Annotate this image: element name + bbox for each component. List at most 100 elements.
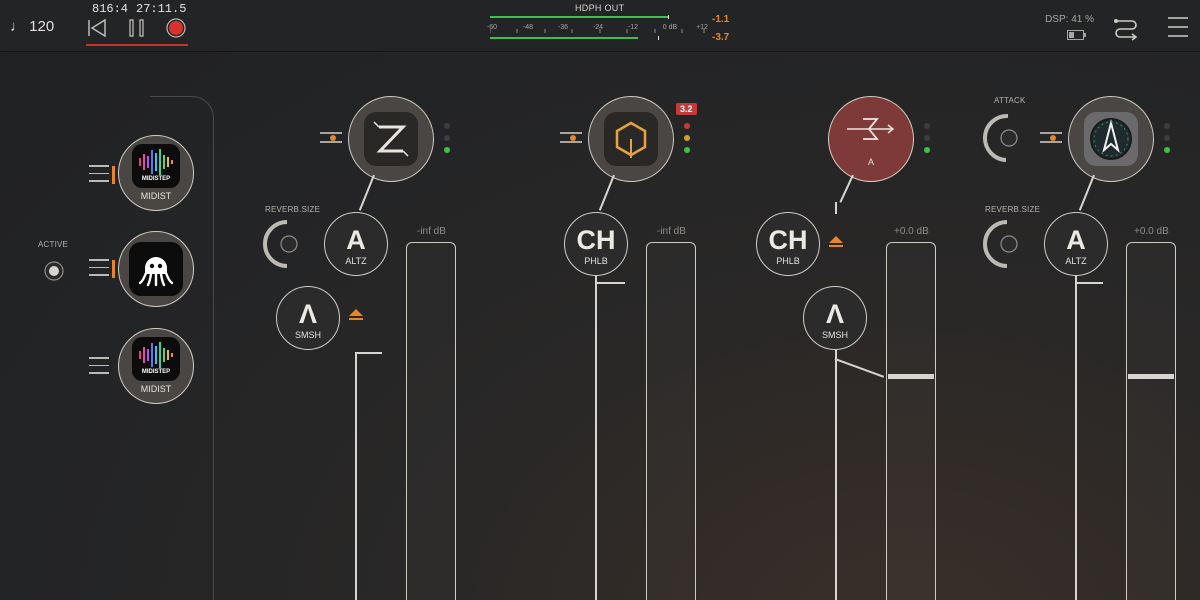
source-name: MIDIST — [140, 384, 172, 394]
cpu-badge: 3.2 — [676, 103, 697, 115]
hexagon-synth-icon — [604, 112, 658, 166]
plugin-altz[interactable]: A ALTZ — [324, 212, 388, 276]
routing-wire — [835, 350, 837, 600]
meter-tick: -60 — [486, 24, 498, 31]
status-led — [1164, 135, 1170, 141]
source-drag-handle[interactable] — [89, 165, 109, 188]
plugin-smsh[interactable]: Λ SMSH — [803, 286, 867, 350]
app-label: MIDISTEP — [141, 369, 171, 375]
z-synth-icon — [364, 112, 418, 166]
active-label: ACTIVE — [38, 240, 69, 249]
status-led — [684, 147, 690, 153]
status-led — [444, 123, 450, 129]
plugin-name: SMSH — [821, 330, 848, 340]
app-label: MIDISTEP — [141, 176, 171, 182]
fader-level: -inf dB — [417, 226, 446, 237]
rewind-button[interactable] — [86, 17, 108, 39]
source-drag-handle[interactable] — [89, 259, 109, 282]
aux-name: A — [867, 157, 874, 167]
routing-wire — [595, 276, 597, 600]
smsh-icon: Λ — [825, 299, 844, 329]
dsp-readout: DSP: 41 % — [1045, 14, 1094, 25]
bars-beats-display: 816:4 — [92, 2, 129, 16]
meter-tick: 0 dB — [662, 24, 678, 31]
source-name: MIDIST — [140, 191, 172, 201]
knob-label: REVERB.SIZE — [985, 205, 1041, 214]
status-led — [1164, 147, 1170, 153]
meter-peak-top: -1.1 — [712, 14, 730, 25]
plugin-name: ALTZ — [345, 256, 367, 266]
octopus-app-icon — [129, 242, 183, 296]
plugin-altz[interactable]: A ALTZ — [1044, 212, 1108, 276]
eject-icon[interactable] — [349, 309, 363, 320]
channel-2-fader[interactable] — [646, 242, 696, 600]
channel-3-fader[interactable] — [886, 242, 936, 600]
meter-bottom-bar — [490, 36, 710, 40]
meter-tick: -48 — [522, 24, 534, 31]
routing-wire — [835, 202, 837, 214]
source-midistep-2[interactable]: MIDISTEP MIDIST — [118, 328, 194, 404]
battery-icon — [1067, 30, 1086, 40]
plugin-name: PHLB — [776, 256, 800, 266]
fader-level: +0.0 dB — [894, 226, 929, 237]
insert-settings-icon[interactable] — [560, 130, 582, 144]
routing-icon[interactable] — [1112, 13, 1140, 41]
smsh-icon: Λ — [298, 299, 317, 329]
channel-2-instrument[interactable] — [588, 96, 674, 182]
routing-wire — [355, 352, 382, 354]
insert-settings-icon[interactable] — [320, 130, 342, 144]
routing-wire — [595, 282, 625, 284]
channel-1-fader[interactable] — [406, 242, 456, 600]
active-toggle[interactable] — [43, 260, 65, 282]
top-bar: ♩ 120 816:4 27:11.5 HDPH OUT -60 -48 -36… — [0, 0, 1200, 52]
plugin-name: PHLB — [584, 256, 608, 266]
source-octopus[interactable] — [118, 231, 194, 307]
meter-tick: +12 — [696, 24, 708, 31]
meter-tick: -12 — [627, 24, 639, 31]
time-display: 27:11.5 — [136, 2, 187, 16]
meter-tick: -36 — [557, 24, 569, 31]
fader-handle[interactable] — [1128, 374, 1174, 379]
source-midistep-1[interactable]: MIDISTEP MIDIST — [118, 135, 194, 211]
routing-wire — [839, 174, 854, 203]
routing-wire — [1075, 282, 1103, 284]
status-led — [444, 135, 450, 141]
meter-peak-bottom: -3.7 — [712, 32, 730, 43]
record-button[interactable] — [165, 17, 187, 39]
routing-wire — [598, 174, 615, 211]
status-led — [924, 135, 930, 141]
status-led — [924, 147, 930, 153]
channel-1-instrument[interactable] — [348, 96, 434, 182]
source-indicator — [112, 260, 115, 278]
compass-synth-icon — [1084, 112, 1138, 166]
channel-4-fader[interactable] — [1126, 242, 1176, 600]
plugin-phlb[interactable]: CH PHLB — [564, 212, 628, 276]
routing-wire — [834, 358, 885, 378]
reverb-size-knob[interactable] — [981, 218, 1033, 270]
plugin-phlb[interactable]: CH PHLB — [756, 212, 820, 276]
routing-wire — [1075, 276, 1077, 600]
plugin-smsh[interactable]: Λ SMSH — [276, 286, 340, 350]
plugin-name: ALTZ — [1065, 256, 1087, 266]
reverb-size-knob[interactable] — [261, 218, 313, 270]
plugin-name: SMSH — [294, 330, 321, 340]
source-indicator — [112, 166, 115, 184]
insert-settings-icon[interactable] — [1040, 130, 1062, 144]
channel-4-instrument[interactable] — [1068, 96, 1154, 182]
routing-wire — [358, 174, 375, 211]
channel-3-aux-sum[interactable]: A — [828, 96, 914, 182]
midistep-app-icon: MIDISTEP — [132, 337, 180, 381]
status-led — [684, 123, 690, 129]
fader-handle[interactable] — [888, 374, 934, 379]
menu-icon[interactable] — [1167, 15, 1189, 39]
source-drag-handle[interactable] — [89, 357, 109, 380]
pause-button[interactable] — [126, 17, 148, 39]
eject-icon[interactable] — [829, 236, 843, 247]
fader-level: -inf dB — [657, 226, 686, 237]
phlb-icon: CH — [768, 225, 808, 255]
attack-knob[interactable] — [980, 112, 1032, 164]
knob-label: REVERB.SIZE — [265, 205, 321, 214]
status-led — [924, 123, 930, 129]
tempo-display[interactable]: ♩ 120 — [10, 18, 54, 35]
status-led — [684, 135, 690, 141]
